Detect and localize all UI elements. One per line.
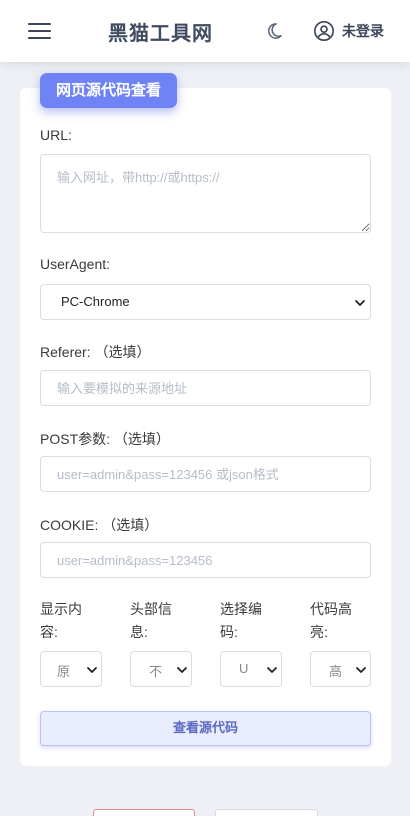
url-label: URL: bbox=[40, 127, 72, 143]
url-textarea[interactable] bbox=[40, 154, 371, 233]
useragent-selected-value: PC-Chrome bbox=[61, 294, 130, 309]
footer-button-right[interactable] bbox=[215, 809, 318, 816]
chevron-down-icon bbox=[356, 667, 366, 673]
referer-input[interactable] bbox=[40, 370, 371, 406]
cookie-label: COOKIE: （选填） bbox=[40, 517, 159, 533]
chevron-down-icon bbox=[87, 667, 97, 673]
encoding-label: 选择编 码: bbox=[220, 601, 262, 640]
post-label: POST参数: （选填） bbox=[40, 431, 170, 447]
top-navbar: 黑猫工具网 未登录 bbox=[0, 0, 410, 62]
hamburger-menu-icon[interactable] bbox=[28, 21, 52, 41]
display-content-select[interactable]: 原 bbox=[40, 651, 102, 687]
encoding-value: U bbox=[239, 661, 249, 676]
useragent-label: UserAgent: bbox=[40, 256, 111, 272]
chevron-down-icon bbox=[355, 300, 365, 306]
useragent-select[interactable]: PC-Chrome bbox=[40, 284, 371, 320]
header-info-select[interactable]: 不 bbox=[130, 651, 192, 687]
chevron-down-icon bbox=[177, 667, 187, 673]
code-highlight-value: 高 bbox=[329, 664, 343, 679]
login-status-button[interactable]: 未登录 bbox=[313, 20, 384, 42]
code-highlight-select[interactable]: 高 bbox=[310, 651, 371, 687]
header-info-value: 不 bbox=[149, 664, 163, 679]
cookie-input[interactable] bbox=[40, 542, 371, 578]
dark-mode-moon-icon[interactable] bbox=[264, 21, 284, 41]
card-title-tag: 网页源代码查看 bbox=[40, 73, 178, 108]
footer-button-left[interactable] bbox=[93, 809, 195, 816]
view-source-button[interactable]: 查看源代码 bbox=[40, 711, 371, 746]
display-content-label: 显示内 容: bbox=[40, 601, 82, 640]
chevron-down-icon bbox=[267, 667, 277, 673]
login-status-label: 未登录 bbox=[342, 24, 384, 40]
post-params-input[interactable] bbox=[40, 456, 371, 492]
display-content-value: 原 bbox=[57, 664, 71, 679]
header-info-label: 头部信 息: bbox=[130, 601, 172, 640]
encoding-select[interactable]: U bbox=[220, 651, 282, 687]
code-highlight-label: 代码高 亮: bbox=[310, 601, 352, 640]
referer-label: Referer: （选填） bbox=[40, 344, 151, 360]
user-avatar-icon bbox=[314, 21, 334, 41]
site-title[interactable]: 黑猫工具网 bbox=[108, 17, 213, 46]
